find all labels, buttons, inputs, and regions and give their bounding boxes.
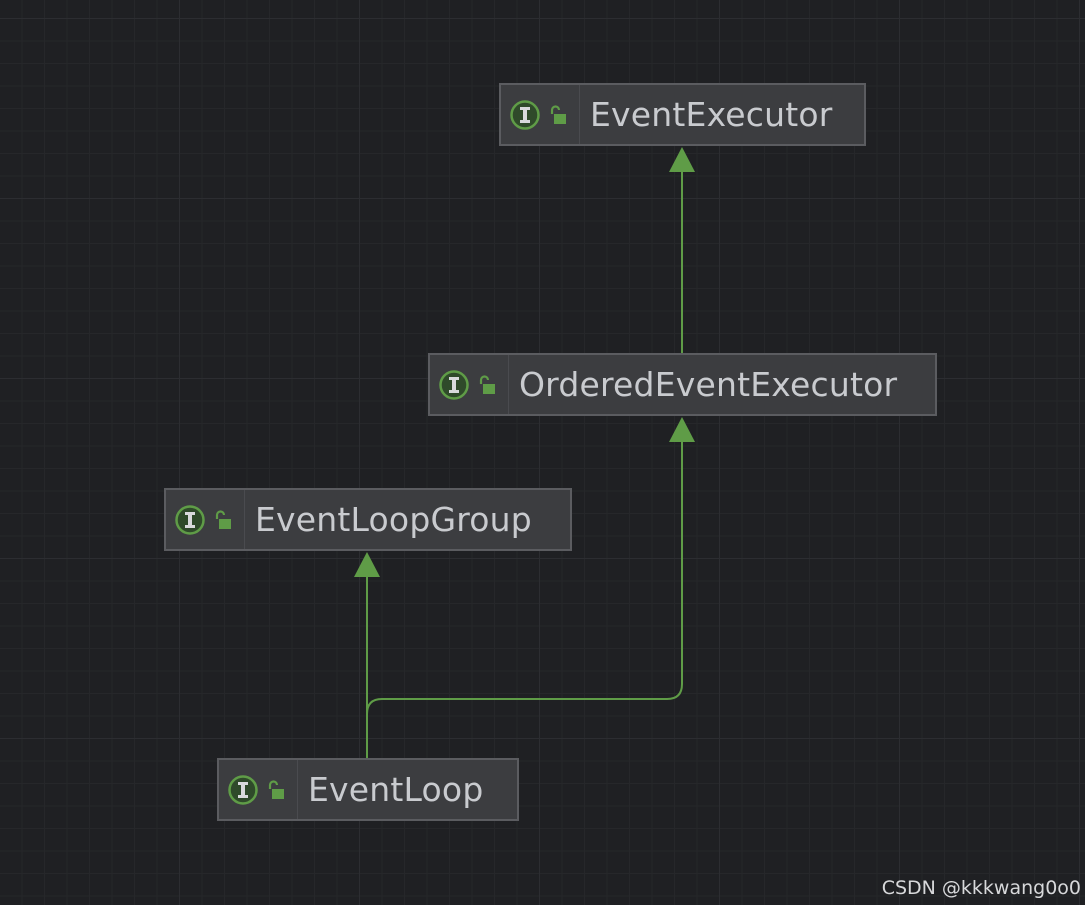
watermark: CSDN @kkkwang0o0 [881, 877, 1081, 899]
interface-icon [175, 504, 205, 535]
unlocked-icon [550, 104, 566, 124]
interface-icon [439, 369, 469, 400]
arrowhead-event-loop-group [354, 552, 380, 577]
node-event-loop[interactable]: EventLoop [217, 758, 519, 821]
node-label: EventLoop [308, 770, 484, 809]
diagram-canvas: EventExecutor OrderedEventExecutor Event… [0, 0, 1085, 905]
node-event-loop-group[interactable]: EventLoopGroup [164, 488, 572, 551]
node-label: EventExecutor [590, 95, 833, 134]
node-label: EventLoopGroup [255, 500, 532, 539]
arrowhead-event-executor [669, 147, 695, 172]
unlocked-icon [479, 374, 495, 394]
unlocked-icon [215, 509, 231, 529]
node-icons [219, 760, 298, 819]
unlocked-icon [268, 779, 284, 799]
node-ordered-event-executor[interactable]: OrderedEventExecutor [428, 353, 937, 416]
arrowhead-ordered-event-executor [669, 417, 695, 442]
interface-icon [228, 774, 258, 805]
node-label: OrderedEventExecutor [519, 365, 898, 404]
interface-icon [510, 99, 540, 130]
node-event-executor[interactable]: EventExecutor [499, 83, 866, 146]
node-icons [166, 490, 245, 549]
node-icons [501, 85, 580, 144]
node-icons [430, 355, 509, 414]
